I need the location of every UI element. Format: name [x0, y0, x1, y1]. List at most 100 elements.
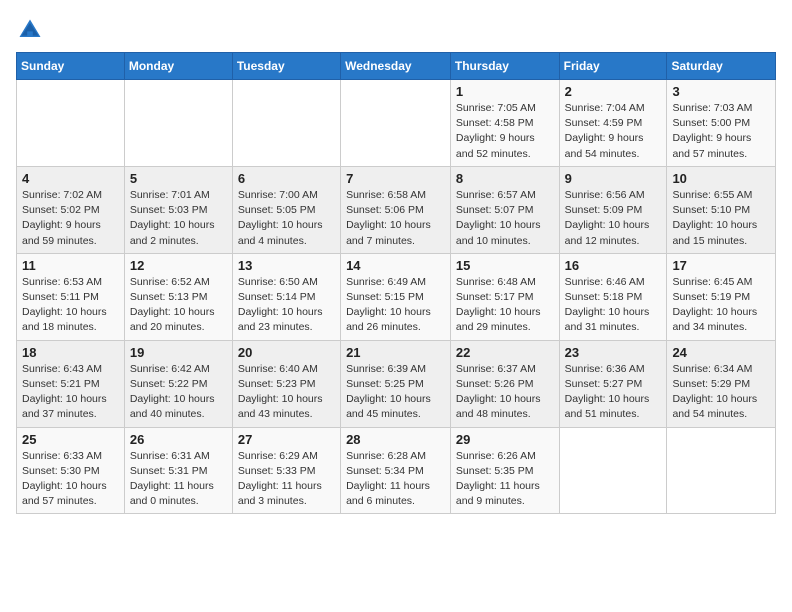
calendar-header-row: SundayMondayTuesdayWednesdayThursdayFrid… [17, 53, 776, 80]
page-header [16, 16, 776, 44]
day-info: Sunrise: 7:00 AM Sunset: 5:05 PM Dayligh… [238, 188, 335, 249]
day-info: Sunrise: 6:34 AM Sunset: 5:29 PM Dayligh… [672, 362, 770, 423]
day-number: 24 [672, 345, 770, 360]
calendar-cell: 2Sunrise: 7:04 AM Sunset: 4:59 PM Daylig… [559, 80, 667, 167]
day-number: 3 [672, 84, 770, 99]
day-of-week-header: Monday [124, 53, 232, 80]
day-info: Sunrise: 6:40 AM Sunset: 5:23 PM Dayligh… [238, 362, 335, 423]
day-info: Sunrise: 6:43 AM Sunset: 5:21 PM Dayligh… [22, 362, 119, 423]
day-number: 9 [565, 171, 662, 186]
calendar-cell: 18 Sunrise: 6:43 AM Sunset: 5:21 PM Dayli… [17, 340, 125, 427]
day-info: Sunrise: 6:46 AM Sunset: 5:18 PM Dayligh… [565, 275, 662, 336]
calendar-cell: 21 Sunrise: 6:39 AM Sunset: 5:25 PM Dayli… [341, 340, 451, 427]
day-of-week-header: Saturday [667, 53, 776, 80]
logo-icon [16, 16, 44, 44]
day-number: 23 [565, 345, 662, 360]
day-info: Sunrise: 6:55 AM Sunset: 5:10 PM Dayligh… [672, 188, 770, 249]
calendar-week-row: 25 Sunrise: 6:33 AM Sunset: 5:30 PM Dayli… [17, 427, 776, 514]
day-number: 4 [22, 171, 119, 186]
day-info: Sunrise: 6:53 AM Sunset: 5:11 PM Dayligh… [22, 275, 119, 336]
calendar-cell: 23 Sunrise: 6:36 AM Sunset: 5:27 PM Dayli… [559, 340, 667, 427]
calendar-cell [232, 80, 340, 167]
day-number: 13 [238, 258, 335, 273]
calendar-cell: 16Sunrise: 6:46 AM Sunset: 5:18 PM Dayli… [559, 253, 667, 340]
calendar-cell: 7 Sunrise: 6:58 AM Sunset: 5:06 PM Daylig… [341, 166, 451, 253]
day-info: Sunrise: 6:39 AM Sunset: 5:25 PM Dayligh… [346, 362, 445, 423]
calendar-cell [667, 427, 776, 514]
calendar-week-row: 11 Sunrise: 6:53 AM Sunset: 5:11 PM Dayli… [17, 253, 776, 340]
calendar-cell: 17 Sunrise: 6:45 AM Sunset: 5:19 PM Dayli… [667, 253, 776, 340]
day-number: 28 [346, 432, 445, 447]
day-info: Sunrise: 6:58 AM Sunset: 5:06 PM Dayligh… [346, 188, 445, 249]
calendar-cell: 22 Sunrise: 6:37 AM Sunset: 5:26 PM Dayli… [450, 340, 559, 427]
day-number: 29 [456, 432, 554, 447]
day-of-week-header: Thursday [450, 53, 559, 80]
day-number: 7 [346, 171, 445, 186]
day-info: Sunrise: 6:48 AM Sunset: 5:17 PM Dayligh… [456, 275, 554, 336]
day-info: Sunrise: 7:03 AM Sunset: 5:00 PM Dayligh… [672, 101, 770, 162]
day-info: Sunrise: 6:26 AM Sunset: 5:35 PM Dayligh… [456, 449, 554, 510]
day-number: 5 [130, 171, 227, 186]
calendar-cell: 8 Sunrise: 6:57 AM Sunset: 5:07 PM Daylig… [450, 166, 559, 253]
calendar-cell: 4Sunrise: 7:02 AM Sunset: 5:02 PM Daylig… [17, 166, 125, 253]
calendar-week-row: 18 Sunrise: 6:43 AM Sunset: 5:21 PM Dayli… [17, 340, 776, 427]
calendar-cell: 15 Sunrise: 6:48 AM Sunset: 5:17 PM Dayli… [450, 253, 559, 340]
day-number: 26 [130, 432, 227, 447]
day-info: Sunrise: 6:52 AM Sunset: 5:13 PM Dayligh… [130, 275, 227, 336]
calendar-cell: 10 Sunrise: 6:55 AM Sunset: 5:10 PM Dayli… [667, 166, 776, 253]
day-number: 15 [456, 258, 554, 273]
calendar-cell: 28 Sunrise: 6:28 AM Sunset: 5:34 PM Dayli… [341, 427, 451, 514]
calendar-cell: 9 Sunrise: 6:56 AM Sunset: 5:09 PM Daylig… [559, 166, 667, 253]
day-info: Sunrise: 6:33 AM Sunset: 5:30 PM Dayligh… [22, 449, 119, 510]
day-number: 22 [456, 345, 554, 360]
day-info: Sunrise: 7:04 AM Sunset: 4:59 PM Dayligh… [565, 101, 662, 162]
calendar-cell: 1 Sunrise: 7:05 AM Sunset: 4:58 PM Daylig… [450, 80, 559, 167]
day-of-week-header: Friday [559, 53, 667, 80]
calendar-cell: 19 Sunrise: 6:42 AM Sunset: 5:22 PM Dayli… [124, 340, 232, 427]
day-info: Sunrise: 7:01 AM Sunset: 5:03 PM Dayligh… [130, 188, 227, 249]
day-number: 11 [22, 258, 119, 273]
day-info: Sunrise: 6:57 AM Sunset: 5:07 PM Dayligh… [456, 188, 554, 249]
day-info: Sunrise: 6:29 AM Sunset: 5:33 PM Dayligh… [238, 449, 335, 510]
day-info: Sunrise: 7:05 AM Sunset: 4:58 PM Dayligh… [456, 101, 554, 162]
calendar-cell: 13Sunrise: 6:50 AM Sunset: 5:14 PM Dayli… [232, 253, 340, 340]
day-of-week-header: Wednesday [341, 53, 451, 80]
day-info: Sunrise: 6:37 AM Sunset: 5:26 PM Dayligh… [456, 362, 554, 423]
day-number: 19 [130, 345, 227, 360]
day-number: 12 [130, 258, 227, 273]
day-of-week-header: Tuesday [232, 53, 340, 80]
calendar-cell: 26 Sunrise: 6:31 AM Sunset: 5:31 PM Dayli… [124, 427, 232, 514]
day-number: 25 [22, 432, 119, 447]
day-number: 8 [456, 171, 554, 186]
calendar-cell: 14 Sunrise: 6:49 AM Sunset: 5:15 PM Dayli… [341, 253, 451, 340]
day-number: 27 [238, 432, 335, 447]
day-info: Sunrise: 6:31 AM Sunset: 5:31 PM Dayligh… [130, 449, 227, 510]
calendar-cell: 27 Sunrise: 6:29 AM Sunset: 5:33 PM Dayli… [232, 427, 340, 514]
calendar-table: SundayMondayTuesdayWednesdayThursdayFrid… [16, 52, 776, 514]
day-number: 14 [346, 258, 445, 273]
day-number: 1 [456, 84, 554, 99]
calendar-cell: 3 Sunrise: 7:03 AM Sunset: 5:00 PM Daylig… [667, 80, 776, 167]
day-number: 20 [238, 345, 335, 360]
day-of-week-header: Sunday [17, 53, 125, 80]
day-number: 10 [672, 171, 770, 186]
day-number: 18 [22, 345, 119, 360]
day-info: Sunrise: 6:28 AM Sunset: 5:34 PM Dayligh… [346, 449, 445, 510]
day-info: Sunrise: 6:42 AM Sunset: 5:22 PM Dayligh… [130, 362, 227, 423]
calendar-cell [124, 80, 232, 167]
day-info: Sunrise: 6:36 AM Sunset: 5:27 PM Dayligh… [565, 362, 662, 423]
calendar-cell: 20 Sunrise: 6:40 AM Sunset: 5:23 PM Dayli… [232, 340, 340, 427]
calendar-cell: 25 Sunrise: 6:33 AM Sunset: 5:30 PM Dayli… [17, 427, 125, 514]
day-info: Sunrise: 6:45 AM Sunset: 5:19 PM Dayligh… [672, 275, 770, 336]
calendar-cell: 5 Sunrise: 7:01 AM Sunset: 5:03 PM Daylig… [124, 166, 232, 253]
calendar-cell: 29 Sunrise: 6:26 AM Sunset: 5:35 PM Dayli… [450, 427, 559, 514]
day-number: 17 [672, 258, 770, 273]
day-info: Sunrise: 6:56 AM Sunset: 5:09 PM Dayligh… [565, 188, 662, 249]
day-info: Sunrise: 6:49 AM Sunset: 5:15 PM Dayligh… [346, 275, 445, 336]
calendar-cell: 11 Sunrise: 6:53 AM Sunset: 5:11 PM Dayli… [17, 253, 125, 340]
calendar-cell: 6Sunrise: 7:00 AM Sunset: 5:05 PM Daylig… [232, 166, 340, 253]
calendar-cell [341, 80, 451, 167]
calendar-week-row: 4Sunrise: 7:02 AM Sunset: 5:02 PM Daylig… [17, 166, 776, 253]
day-number: 21 [346, 345, 445, 360]
calendar-cell: 12 Sunrise: 6:52 AM Sunset: 5:13 PM Dayli… [124, 253, 232, 340]
